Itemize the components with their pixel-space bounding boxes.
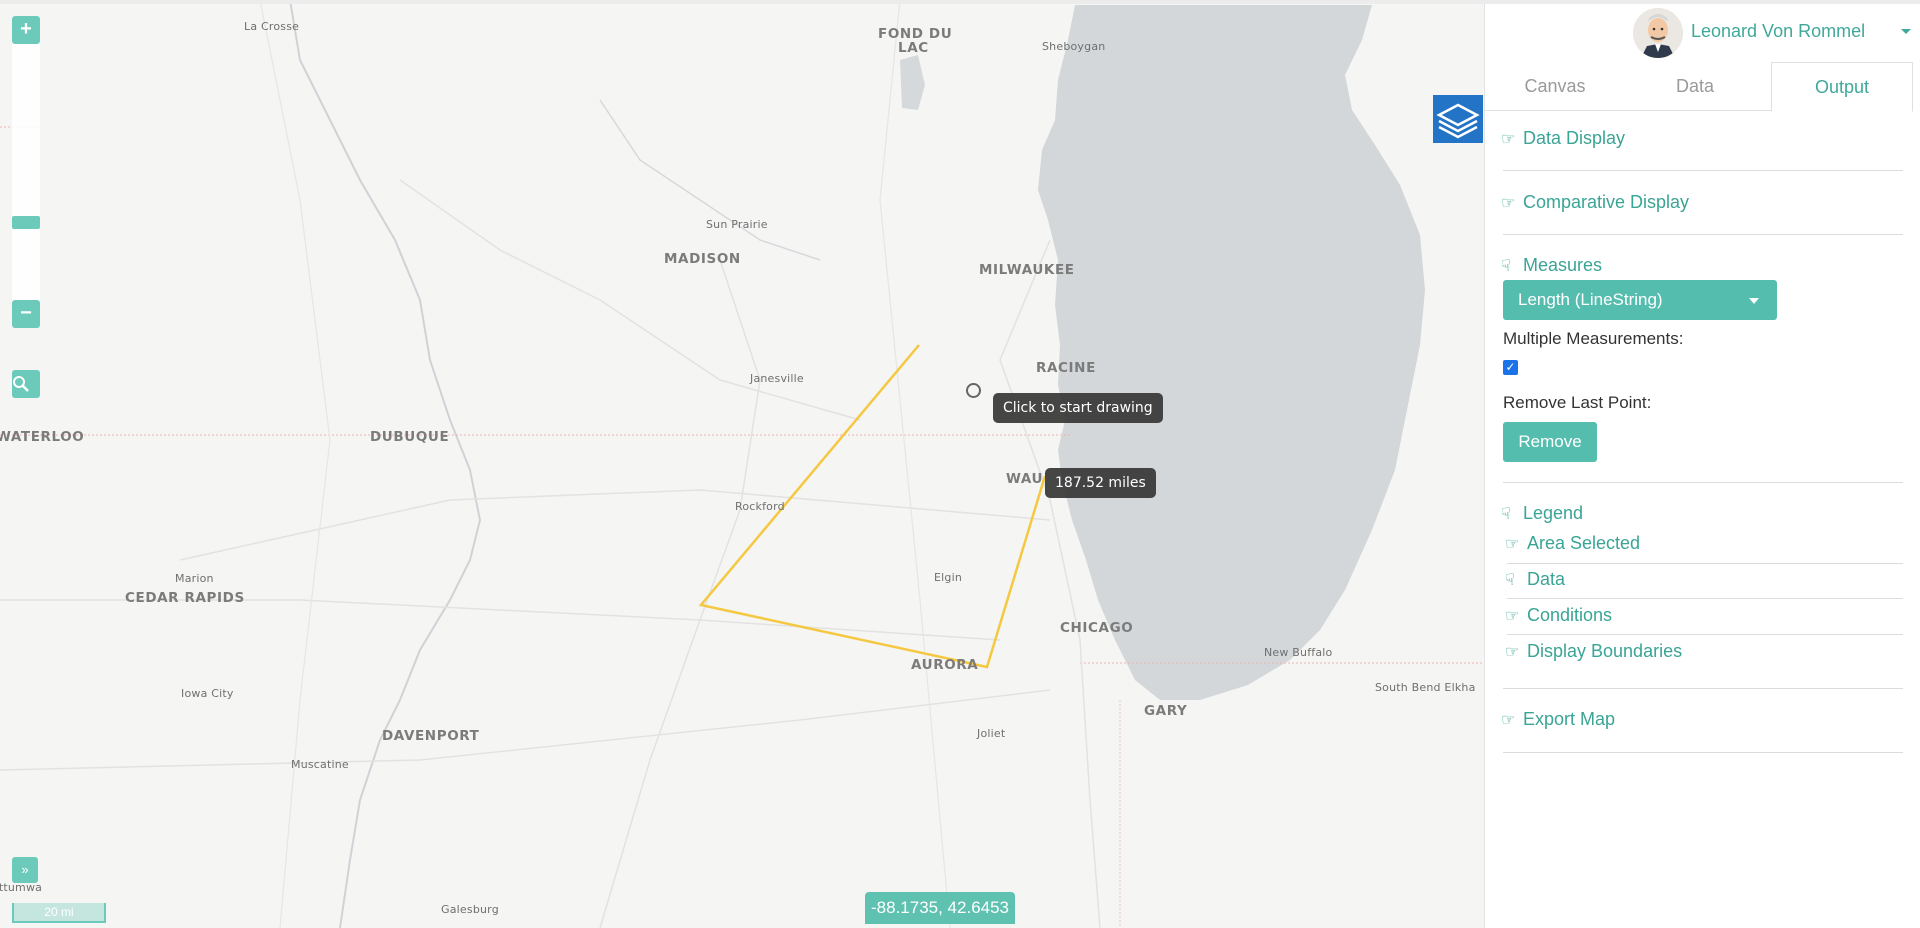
section-label: Area Selected [1527, 533, 1641, 553]
hand-point-right-icon: ☞ [1501, 712, 1516, 729]
city-label: Iowa City [181, 687, 234, 700]
hand-point-down-icon: ☟ [1501, 258, 1511, 275]
city-label: CHICAGO [1060, 620, 1134, 636]
city-label: Joliet [977, 727, 1006, 740]
layers-button[interactable] [1433, 95, 1483, 143]
tab-canvas[interactable]: Canvas [1485, 62, 1625, 110]
export-map-section[interactable]: ☞ Export Map [1501, 709, 1615, 730]
measures-section[interactable]: ☟ Measures [1501, 255, 1602, 276]
map-canvas[interactable]: La Crosse FOND DU LAC Sheboygan Sun Prai… [0, 0, 1484, 928]
divider [1503, 482, 1903, 483]
chevron-right-icon: » [21, 862, 29, 877]
hand-point-right-icon: ☞ [1501, 131, 1516, 148]
select-value: Length (LineString) [1518, 290, 1663, 309]
tab-output[interactable]: Output [1771, 62, 1913, 112]
city-label: Rockford [735, 500, 785, 513]
panel-tabs: Canvas Data Output [1485, 62, 1913, 112]
comparative-display-section[interactable]: ☞ Comparative Display [1501, 192, 1689, 213]
city-label: MILWAUKEE [979, 262, 1075, 278]
divider [1507, 634, 1903, 635]
city-label: Muscatine [291, 758, 349, 771]
top-border [0, 0, 1920, 4]
search-button[interactable] [12, 370, 40, 398]
section-label: Data [1527, 569, 1566, 589]
city-label: CEDAR RAPIDS [125, 590, 245, 606]
coordinates-display: -88.1735, 42.6453 [865, 892, 1016, 924]
divider [1507, 598, 1903, 599]
zoom-out-button[interactable]: − [12, 300, 40, 328]
city-label: LAC [898, 40, 929, 56]
divider [1503, 688, 1903, 689]
city-label: La Crosse [244, 20, 300, 33]
caret-down-icon[interactable] [1901, 29, 1911, 34]
city-label: Janesville [750, 372, 804, 385]
map-basemap [0, 0, 1484, 928]
scale-bar: 20 mi [12, 903, 106, 923]
section-label: Comparative Display [1523, 192, 1690, 212]
tab-data[interactable]: Data [1625, 62, 1765, 110]
hand-point-right-icon: ☞ [1501, 195, 1516, 212]
city-label: GARY [1144, 703, 1188, 719]
section-label: Data Display [1523, 128, 1626, 148]
zoom-slider-handle[interactable] [12, 216, 40, 229]
city-label: Marion [175, 572, 214, 585]
user-name[interactable]: Leonard Von Rommel [1691, 21, 1865, 42]
measure-tooltip: 187.52 miles [1045, 468, 1156, 498]
city-label: Sun Prairie [706, 218, 768, 231]
draw-tooltip: Click to start drawing [993, 393, 1163, 423]
hand-point-right-icon: ☞ [1505, 536, 1520, 553]
draw-cursor [966, 383, 981, 398]
lake-michigan [1038, 5, 1425, 700]
section-label: Display Boundaries [1527, 641, 1683, 661]
city-label: Galesburg [441, 903, 499, 916]
city-label: Elgin [934, 571, 963, 584]
city-label: WAU [1006, 471, 1044, 487]
city-label: AURORA [911, 657, 979, 673]
multiple-measurements-label: Multiple Measurements: [1503, 329, 1684, 348]
section-label: Measures [1523, 255, 1603, 275]
city-label: RACINE [1036, 360, 1096, 376]
avatar-image [1633, 8, 1683, 58]
measure-type-select[interactable]: Length (LineString) [1503, 280, 1777, 320]
city-label: DAVENPORT [382, 728, 480, 744]
caret-down-icon [1749, 298, 1759, 304]
expand-button[interactable]: » [12, 857, 38, 883]
side-panel: Leonard Von Rommel Canvas Data Output ☞ D… [1484, 0, 1920, 928]
zoom-slider-track[interactable] [12, 16, 40, 316]
city-label: DUBUQUE [370, 429, 450, 445]
remove-last-point-label: Remove Last Point: [1503, 393, 1652, 412]
conditions-item[interactable]: ☞ Conditions [1505, 605, 1612, 626]
avatar [1633, 8, 1683, 58]
city-label: MADISON [664, 251, 741, 267]
data-item[interactable]: ☟ Data [1505, 569, 1565, 590]
hand-point-right-icon: ☞ [1505, 644, 1520, 661]
divider [1503, 170, 1903, 171]
city-label: South Bend Elkha [1375, 681, 1476, 694]
hand-point-down-icon: ☟ [1501, 506, 1511, 523]
section-label: Export Map [1523, 709, 1616, 729]
layers-icon [1436, 103, 1480, 139]
section-label: Conditions [1527, 605, 1613, 625]
remove-button[interactable]: Remove [1503, 422, 1597, 462]
hand-point-down-icon: ☟ [1505, 572, 1515, 589]
city-label: Sheboygan [1042, 40, 1106, 53]
divider [1503, 234, 1903, 235]
zoom-in-button[interactable]: + [12, 16, 40, 44]
user-menu[interactable]: Leonard Von Rommel [1631, 4, 1920, 60]
divider [1507, 563, 1903, 564]
divider [1503, 752, 1903, 753]
display-boundaries-item[interactable]: ☞ Display Boundaries [1505, 641, 1682, 662]
city-label: New Buffalo [1264, 646, 1333, 659]
data-display-section[interactable]: ☞ Data Display [1501, 128, 1625, 149]
city-label: WATERLOO [0, 429, 85, 445]
section-label: Legend [1523, 503, 1584, 523]
hand-point-right-icon: ☞ [1505, 608, 1520, 625]
area-selected-item[interactable]: ☞ Area Selected [1505, 533, 1640, 554]
multiple-measurements-checkbox[interactable]: ✓ [1503, 360, 1518, 375]
search-icon [13, 376, 29, 392]
legend-section[interactable]: ☟ Legend [1501, 503, 1583, 524]
